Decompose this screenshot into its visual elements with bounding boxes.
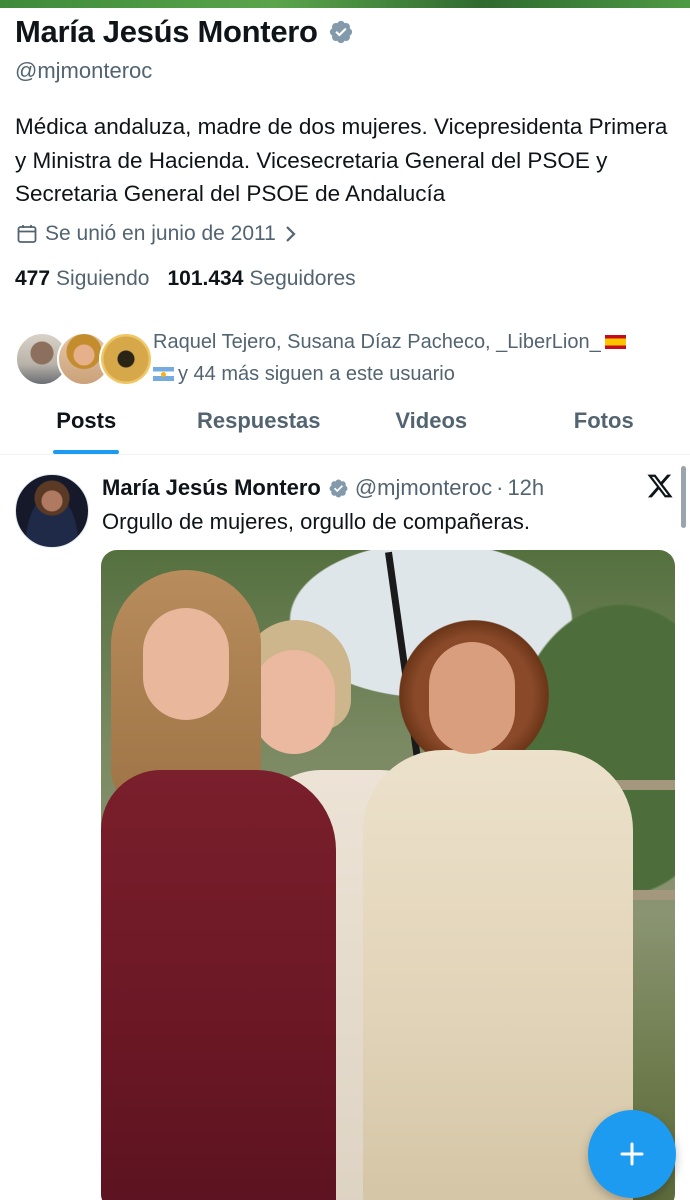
photo-person [101, 770, 336, 1200]
verified-badge-icon[interactable] [328, 478, 349, 499]
photo-person [143, 608, 229, 720]
followers-you-know[interactable]: Raquel Tejero, Susana Díaz Pacheco, _Lib… [15, 322, 675, 402]
joined-date-text: Se unió en junio de 2011 [45, 222, 276, 245]
followers-you-know-names: Raquel Tejero, Susana Díaz Pacheco, _Lib… [153, 331, 601, 353]
tweet-timestamp[interactable]: 12h [507, 475, 544, 501]
spain-flag-icon [604, 335, 626, 349]
avatar [99, 332, 153, 386]
tweet-separator: · [496, 475, 504, 500]
photo-person [429, 642, 515, 754]
followers-you-know-count: y 44 más siguen a este usuario [178, 363, 455, 385]
followers-you-know-text: Raquel Tejero, Susana Díaz Pacheco, _Lib… [153, 326, 673, 390]
header-banner-strip [0, 0, 690, 8]
profile-tabs: Posts Respuestas Videos Fotos [0, 398, 690, 455]
argentina-flag-icon [153, 367, 174, 381]
tweet-photo[interactable] [101, 550, 675, 1200]
followers-label[interactable]: Seguidores [249, 267, 355, 291]
tweet-author-name[interactable]: María Jesús Montero [102, 475, 321, 501]
following-count[interactable]: 477 [15, 267, 50, 291]
follower-avatars [15, 332, 153, 388]
tab-replies[interactable]: Respuestas [173, 398, 346, 454]
profile-header: María Jesús Montero @mjmonteroc Médica a… [15, 12, 675, 386]
following-label[interactable]: Siguiendo [56, 267, 149, 291]
profile-handle: @mjmonteroc [15, 58, 153, 83]
calendar-icon [17, 225, 37, 243]
verified-badge-icon[interactable] [328, 19, 354, 45]
tweet-text: Orgullo de mujeres, orgullo de compañera… [102, 509, 531, 534]
followers-count[interactable]: 101.434 [167, 267, 243, 291]
tweet[interactable]: María Jesús Montero @mjmonteroc · 12h Or… [0, 456, 690, 1200]
follow-stats: 477 Siguiendo 101.434 Seguidores [15, 262, 374, 296]
profile-display-name: María Jesús Montero [15, 14, 318, 49]
tab-videos[interactable]: Videos [345, 398, 518, 454]
tweet-author-handle[interactable]: @mjmonteroc [355, 475, 492, 501]
scrollbar-thumb[interactable] [681, 466, 686, 528]
profile-name-row: María Jesús Montero [15, 12, 675, 52]
tab-posts[interactable]: Posts [0, 398, 173, 454]
profile-bio: Médica andaluza, madre de dos mujeres. V… [15, 114, 668, 206]
x-logo-icon[interactable] [646, 472, 674, 500]
compose-button[interactable] [588, 1110, 676, 1198]
joined-date-row[interactable]: Se unió en junio de 2011 [15, 217, 304, 251]
tweet-header: María Jesús Montero @mjmonteroc · 12h [102, 472, 544, 504]
tweet-author-avatar[interactable] [15, 474, 89, 548]
plus-icon [620, 1142, 644, 1166]
tab-photos[interactable]: Fotos [518, 398, 690, 454]
photo-person [253, 650, 335, 754]
chevron-right-icon [286, 226, 296, 242]
